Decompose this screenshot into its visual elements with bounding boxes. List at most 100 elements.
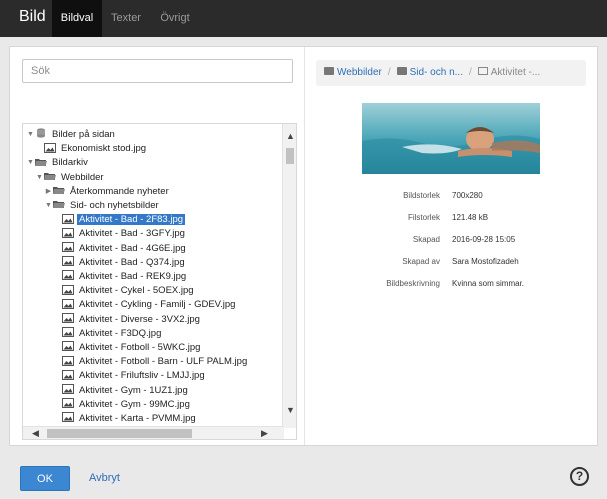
- collapse-toggle-icon[interactable]: ▼: [26, 128, 35, 142]
- tree-item-label: Sid- och nyhetsbilder: [70, 200, 159, 211]
- tree-item[interactable]: Aktivitet - Fotboll - Barn - ULF PALM.jp…: [53, 355, 249, 369]
- tree-item-label: Aktivitet - Bad - 2F83.jpg: [77, 214, 186, 226]
- tree-item-label: Aktivitet - Friluftsliv - LMJJ.jpg: [79, 370, 205, 382]
- scroll-down-icon[interactable]: ▼: [286, 405, 295, 415]
- image-icon: [62, 412, 77, 424]
- tree-item[interactable]: Aktivitet - Friluftsliv - LMJJ.jpg: [53, 369, 207, 383]
- folder-icon: [35, 157, 50, 168]
- image-icon: [62, 227, 77, 239]
- tree-item[interactable]: Aktivitet - Bad - 4G6E.jpg: [53, 242, 188, 256]
- tree-item-label: Aktivitet - Bad - REK9.jpg: [79, 271, 187, 282]
- file-tree: ▼ Bilder på sidan Ekonomiskt stod.jpg ▼ Bild…: [22, 123, 297, 440]
- tree-item[interactable]: ▼ Webbilder: [35, 171, 106, 185]
- tree-item[interactable]: Aktivitet - Gym - 99MC.jpg: [53, 398, 192, 412]
- tab-ovrigt[interactable]: Övrigt: [150, 0, 200, 37]
- property-value-filstorlek: 121.48 kB: [452, 213, 489, 222]
- image-icon: [62, 284, 77, 296]
- tree-item-label: Bilder på sidan: [52, 129, 115, 140]
- image-icon: [62, 341, 77, 353]
- app-title: Bild: [19, 8, 46, 25]
- folder-icon: [324, 67, 334, 76]
- property-value-bildstorlek: 700x280: [452, 191, 483, 200]
- vertical-scrollbar[interactable]: ▲ ▼: [282, 124, 296, 428]
- property-label-filstorlek: Filstorlek: [407, 213, 440, 222]
- tree-item-label: Aktivitet - Cykling - Familj - GDEV.jpg: [79, 299, 236, 311]
- tree-item-label: Aktivitet - Cykel - 5OEX.jpg: [79, 285, 194, 297]
- tree-item-label: Aktivitet - Karta - PVMM.jpg: [79, 413, 196, 424]
- tree-item[interactable]: Aktivitet - F3DQ.jpg: [53, 327, 163, 341]
- vertical-scroll-thumb[interactable]: [286, 148, 294, 164]
- tree-item[interactable]: Aktivitet - Bad - 2F83.jpg: [53, 213, 186, 227]
- collapse-toggle-icon[interactable]: ▼: [35, 171, 44, 185]
- tree-item[interactable]: ▶ Återkommande nyheter: [44, 185, 171, 199]
- image-icon: [62, 256, 77, 268]
- tree-item[interactable]: Aktivitet - Bad - REK9.jpg: [53, 270, 188, 284]
- tree-item-label: Aktivitet - Bad - 3GFY.jpg: [79, 228, 185, 240]
- dialog-footer: OK Avbryt ?: [0, 454, 607, 499]
- breadcrumb-separator: /: [468, 67, 472, 78]
- cancel-button[interactable]: Avbryt: [89, 472, 120, 484]
- tree-item[interactable]: Aktivitet - Fotboll - 5WKC.jpg: [53, 341, 202, 355]
- tree-item-label: Ekonomiskt stod.jpg: [61, 143, 147, 155]
- property-label-bildstorlek: Bildstorlek: [403, 191, 440, 200]
- help-icon[interactable]: ?: [570, 467, 589, 486]
- top-bar: Bild Bildval Texter Övrigt: [0, 0, 607, 37]
- image-preview: [362, 103, 540, 174]
- tree-item[interactable]: Aktivitet - Cykling - Familj - GDEV.jpg: [53, 298, 237, 312]
- tree-item[interactable]: ▼ Bildarkiv: [26, 156, 90, 170]
- image-icon: [62, 213, 77, 225]
- property-value-skapad: 2016-09-28 15:05: [452, 235, 516, 244]
- image-icon: [62, 369, 77, 381]
- scroll-right-icon[interactable]: ▶: [261, 428, 268, 439]
- breadcrumb-item-sid-och-nyhetsbilder[interactable]: Sid- och n...: [410, 67, 463, 78]
- folder-icon: [53, 186, 68, 197]
- tab-bildval[interactable]: Bildval: [52, 0, 102, 37]
- tree-item[interactable]: Aktivitet - Karta - PVMM.jpg: [53, 412, 198, 426]
- image-icon: [62, 313, 77, 325]
- image-icon: [62, 327, 77, 339]
- property-value-bildbeskrivning: Kvinna som simmar.: [452, 279, 525, 288]
- collapse-toggle-icon[interactable]: ▼: [44, 199, 53, 213]
- image-icon: [477, 67, 488, 76]
- scroll-up-icon[interactable]: ▲: [286, 131, 295, 141]
- folder-icon: [44, 172, 59, 183]
- horizontal-scrollbar[interactable]: ◀ ▶: [23, 426, 284, 439]
- collapse-toggle-icon[interactable]: ▼: [26, 156, 35, 170]
- image-icon: [62, 242, 77, 254]
- tree-item[interactable]: Aktivitet - Gym - 1UZ1.jpg: [53, 384, 190, 398]
- tree-item-label: Aktivitet - Fotboll - Barn - ULF PALM.jp…: [79, 356, 248, 368]
- main-panel: ▼ Bilder på sidan Ekonomiskt stod.jpg ▼ Bild…: [9, 46, 598, 446]
- image-icon: [62, 384, 77, 396]
- tree-item-label: Aktivitet - Bad - Q374.jpg: [79, 256, 185, 268]
- tab-texter[interactable]: Texter: [102, 0, 150, 37]
- tree-item[interactable]: Ekonomiskt stod.jpg: [35, 142, 148, 156]
- breadcrumb-item-current: Aktivitet -...: [490, 67, 541, 78]
- tree-item[interactable]: Aktivitet - Bad - Q374.jpg: [53, 256, 187, 270]
- folder-icon: [396, 67, 407, 76]
- breadcrumb-separator: /: [387, 67, 391, 78]
- breadcrumb: Webbilder / Sid- och n... / Aktivitet -...: [316, 60, 586, 86]
- tree-item-label: Aktivitet - F3DQ.jpg: [79, 327, 162, 339]
- ok-button[interactable]: OK: [20, 466, 70, 491]
- tree-item[interactable]: Aktivitet - Diverse - 3VX2.jpg: [53, 313, 202, 327]
- breadcrumb-item-webbilder[interactable]: Webbilder: [337, 67, 382, 78]
- image-icon: [62, 398, 77, 410]
- tree-item-label: Återkommande nyheter: [70, 185, 169, 197]
- scroll-left-icon[interactable]: ◀: [32, 428, 39, 439]
- tree-item[interactable]: ▼ Sid- och nyhetsbilder: [44, 199, 161, 213]
- tree-item-label: Aktivitet - Gym - 99MC.jpg: [79, 398, 190, 410]
- expand-toggle-icon[interactable]: ▶: [44, 185, 53, 199]
- search-input[interactable]: [22, 59, 293, 83]
- tree-item[interactable]: Aktivitet - Bad - 3GFY.jpg: [53, 227, 187, 241]
- property-label-skapad: Skapad: [412, 235, 440, 244]
- property-value-skapad-av: Sara Mostofizadeh: [452, 257, 519, 266]
- tree-item[interactable]: Aktivitet - Cykel - 5OEX.jpg: [53, 284, 196, 298]
- tree-item-label: Aktivitet - Diverse - 3VX2.jpg: [79, 313, 200, 325]
- tree-item-label: Webbilder: [61, 171, 104, 183]
- database-icon: [35, 128, 50, 140]
- image-icon: [44, 142, 59, 154]
- tree-item-label: Bildarkiv: [52, 157, 88, 169]
- tree-item[interactable]: ▼ Bilder på sidan: [26, 128, 117, 142]
- horizontal-scroll-thumb[interactable]: [47, 429, 192, 438]
- property-label-skapad-av: Skapad av: [402, 257, 440, 266]
